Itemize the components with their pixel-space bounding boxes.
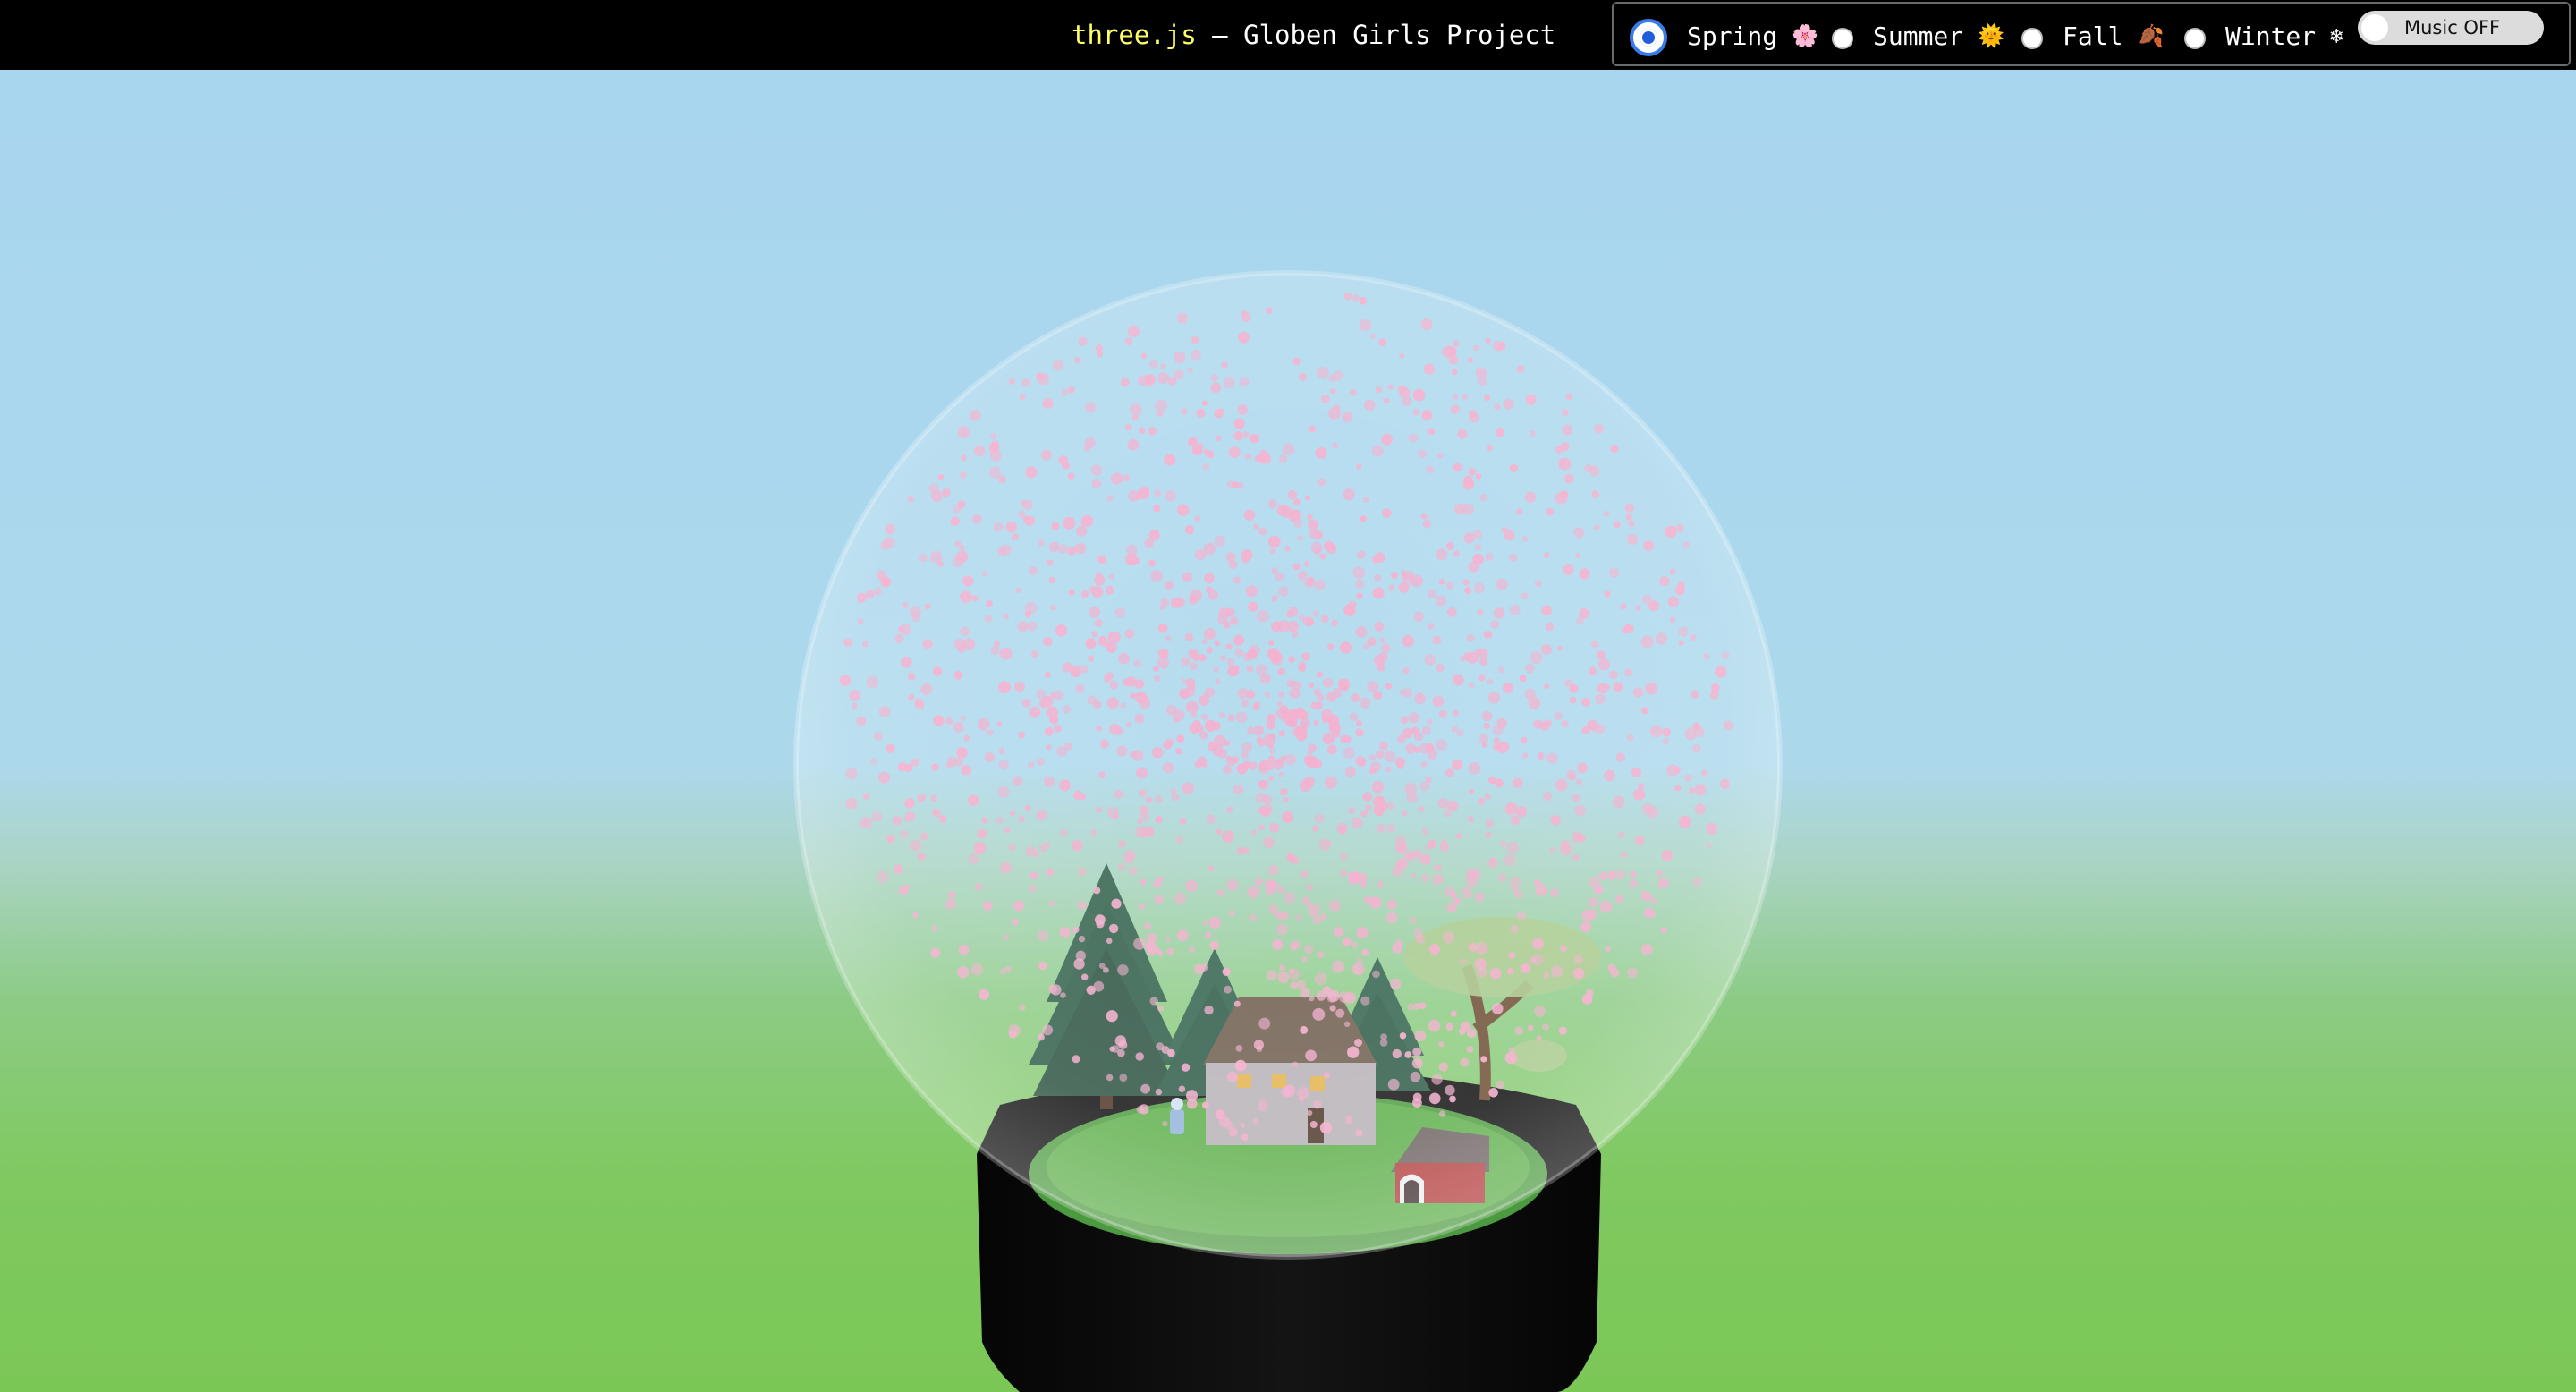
snow-globe-scene[interactable] (0, 0, 2576, 1392)
title-brand-link[interactable]: three.js (1072, 20, 1197, 50)
season-radio-spring[interactable] (1630, 19, 1667, 56)
season-label-spring: Spring (1687, 21, 1778, 51)
music-toggle[interactable]: Music OFF (2358, 11, 2544, 45)
sun-icon: 🌞 (1978, 23, 2005, 48)
top-bar: three.js – Globen Girls Project Spring 🌸… (0, 0, 2576, 70)
music-toggle-knob[interactable] (2361, 14, 2388, 41)
season-option-summer[interactable]: Summer 🌞 (1832, 4, 2004, 68)
fallen-leaf-icon: 🍂 (2137, 23, 2165, 48)
glass-globe (793, 270, 1783, 1260)
season-label-fall: Fall (2063, 21, 2123, 51)
season-label-summer: Summer (1873, 21, 1964, 51)
snowflake-icon: ❄ (2330, 23, 2343, 48)
season-label-winter: Winter (2225, 21, 2317, 51)
season-option-spring[interactable]: Spring 🌸 (1630, 4, 1818, 68)
page-title: three.js – Globen Girls Project (1072, 20, 1555, 50)
season-option-winter[interactable]: Winter ❄ (2184, 4, 2343, 68)
cherry-blossom-icon: 🌸 (1792, 23, 1819, 48)
season-radio-winter[interactable] (2184, 28, 2206, 49)
music-toggle-label: Music OFF (2404, 17, 2501, 38)
three-canvas[interactable] (0, 0, 2576, 1392)
season-radio-fall[interactable] (2021, 28, 2043, 49)
season-option-fall[interactable]: Fall 🍂 (2021, 4, 2164, 68)
season-radio-summer[interactable] (1832, 28, 1853, 49)
title-text: – Globen Girls Project (1196, 20, 1556, 50)
